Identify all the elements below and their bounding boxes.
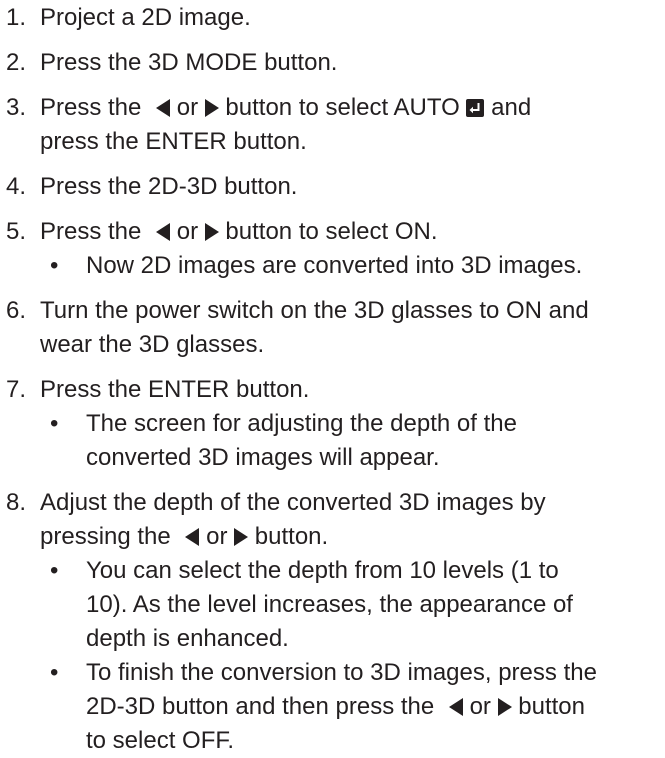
step-text-part: Press the [40,218,142,245]
bullet-text-part: or [469,693,491,720]
step-text-part: button. [254,523,329,550]
step-6: 6. Turn the power switch on the 3D glass… [0,294,665,362]
step-number: 5. [6,218,27,245]
step-text: Press the or button to select ON. [40,215,665,249]
step-text: Press the ENTER button. [40,376,310,403]
step-8-bullet-1: • You can select the depth from 10 level… [40,554,665,656]
step-4: 4. Press the 2D-3D button. [0,170,665,204]
step-text-part: and [491,94,532,121]
enter-key-icon [466,99,485,117]
bullet-text-line: To finish the conversion to 3D images, p… [86,659,597,686]
bullet-text-line: depth is enhanced. [86,625,289,652]
step-text: Press the or button to select AUTO and p… [40,91,665,159]
step-number: 4. [6,173,27,200]
step-text: Project a 2D image. [40,4,251,31]
step-text-part: or [176,94,199,121]
left-triangle-icon [185,528,200,546]
bullet-icon: • [50,410,59,437]
step-number: 1. [6,4,27,31]
bullet-text: You can select the depth from 10 levels … [86,554,665,656]
step-number: 7. [6,376,27,403]
instruction-list: 1. Project a 2D image. 2. Press the 3D M… [0,0,665,754]
step-8-bullet-2: • To finish the conversion to 3D images,… [40,656,665,758]
bullet-text: The screen for adjusting the depth of th… [86,407,665,475]
step-text: Adjust the depth of the converted 3D ima… [40,486,665,554]
right-triangle-icon [234,528,249,546]
bullet-text-line: 10). As the level increases, the appeara… [86,591,573,618]
step-text-line: Turn the power switch on the 3D glasses … [40,297,589,324]
step-text-part: or [176,218,199,245]
bullet-text-line: You can select the depth from 10 levels … [86,557,559,584]
step-text-part: button to select ON. [225,218,438,245]
step-number: 6. [6,297,27,324]
step-number: 3. [6,94,27,121]
bullet-icon: • [50,252,59,279]
step-2: 2. Press the 3D MODE button. [0,46,665,80]
step-text-part: or [206,523,228,550]
right-triangle-icon [497,698,512,716]
right-triangle-icon [204,99,219,117]
bullet-icon: • [50,659,59,686]
left-triangle-icon [156,223,171,241]
bullet-text: To finish the conversion to 3D images, p… [86,656,665,758]
step-5-bullet: • Now 2D images are converted into 3D im… [40,249,665,283]
step-text: Press the 2D-3D button. [40,173,298,200]
step-text-part: Press the [40,94,142,121]
left-triangle-icon [156,99,171,117]
bullet-text-line: converted 3D images will appear. [86,444,440,471]
step-text-part: button to select AUTO [225,94,460,121]
step-7-bullet: • The screen for adjusting the depth of … [40,407,665,475]
step-1: 1. Project a 2D image. [0,1,665,35]
right-triangle-icon [204,223,219,241]
bullet-text: Now 2D images are converted into 3D imag… [86,252,583,279]
step-3: 3. Press the or button to select AUTO an… [0,91,665,159]
bullet-icon: • [50,557,59,584]
bullet-text-line: The screen for adjusting the depth of th… [86,410,517,437]
step-number: 8. [6,489,27,516]
bullet-text-part: button [518,693,585,720]
bullet-text-line: to select OFF. [86,727,235,754]
bullet-text-part: 2D-3D button and then press the [86,693,435,720]
step-text-part: pressing the [40,523,171,550]
step-text: Turn the power switch on the 3D glasses … [40,294,665,362]
step-8: 8. Adjust the depth of the converted 3D … [0,486,665,554]
left-triangle-icon [448,698,463,716]
step-number: 2. [6,49,27,76]
step-text-line: wear the 3D glasses. [40,331,265,358]
step-text-line: Adjust the depth of the converted 3D ima… [40,489,546,516]
step-text-line: press the ENTER button. [40,128,307,155]
step-5: 5. Press the or button to select ON. [0,215,665,249]
step-7: 7. Press the ENTER button. [0,373,665,407]
step-text: Press the 3D MODE button. [40,49,338,76]
